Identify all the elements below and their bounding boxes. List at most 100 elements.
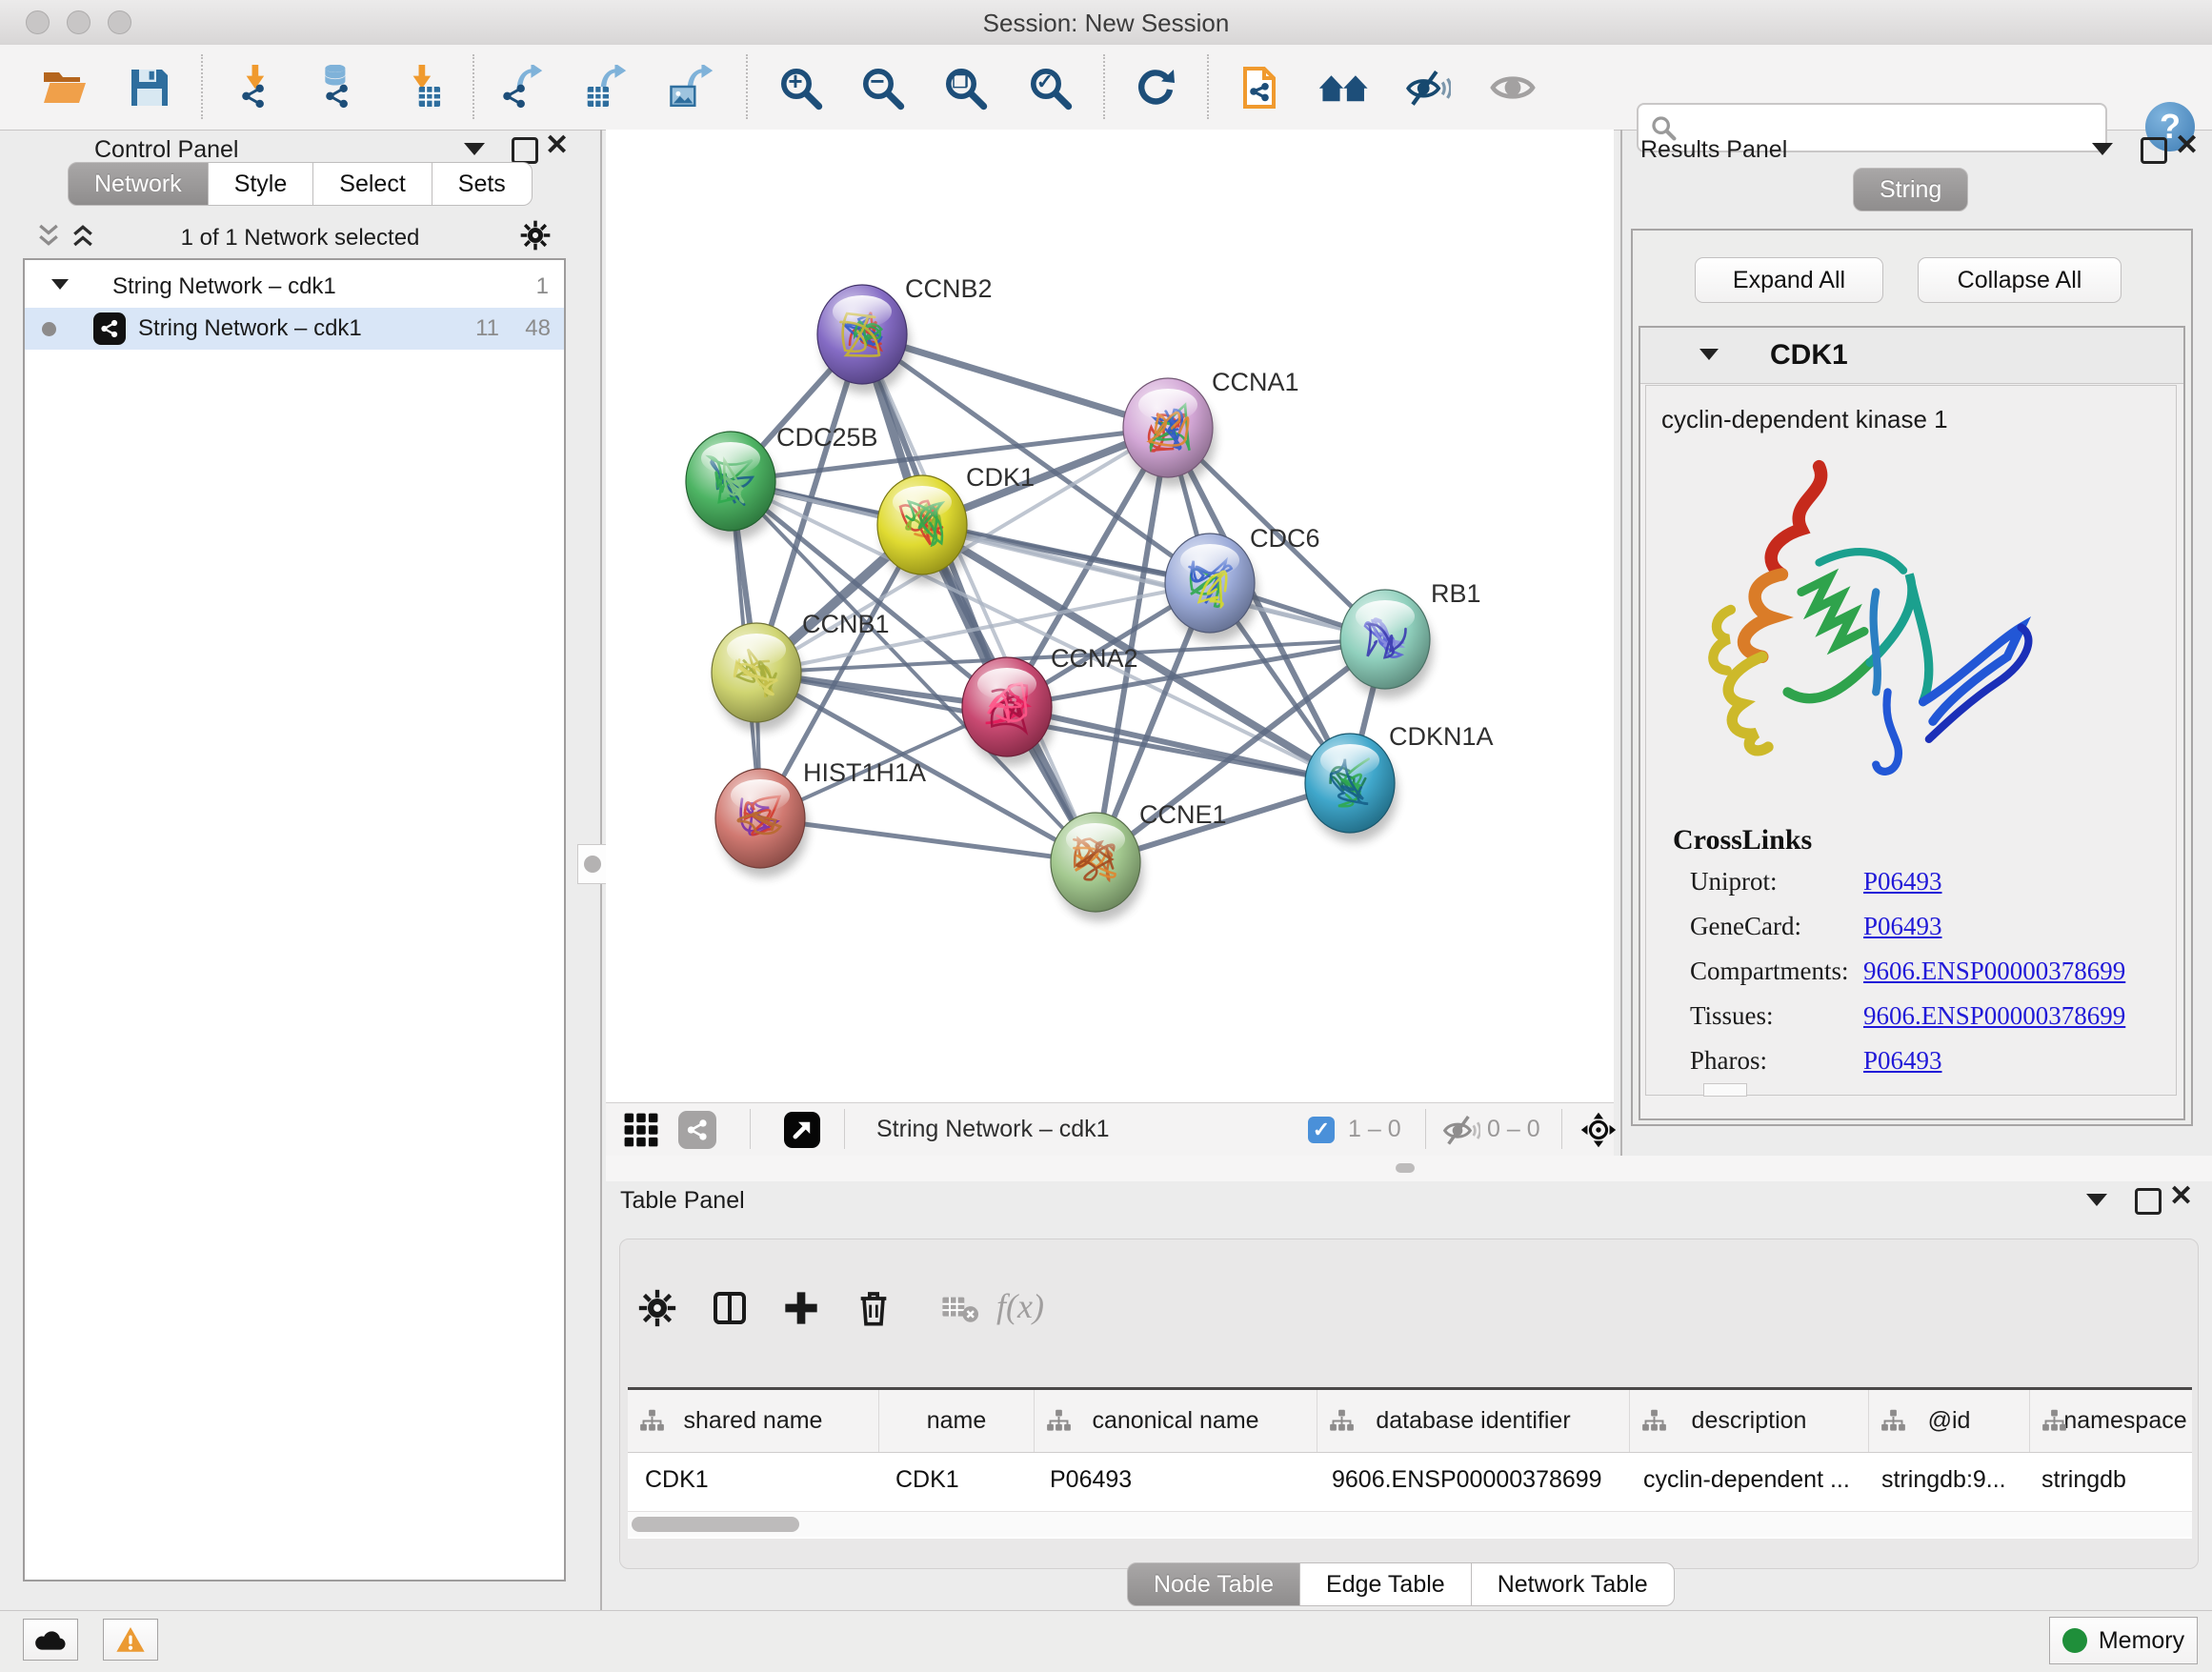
crosslink-row: Uniprot:P06493	[1646, 867, 2176, 907]
annotations-icon[interactable]	[1233, 62, 1286, 113]
scrollbar-thumb[interactable]	[632, 1517, 799, 1532]
crosslink-link[interactable]: P06493	[1863, 1046, 1942, 1076]
control-panel-float-icon[interactable]	[464, 143, 485, 155]
show-all-icon[interactable]	[1486, 62, 1539, 113]
tab-node-table[interactable]: Node Table	[1127, 1562, 1300, 1606]
column-header-namespace[interactable]: namespace	[2030, 1390, 2192, 1452]
hide-selected-icon[interactable]	[1401, 62, 1455, 113]
node-label-ccna2: CCNA2	[1051, 644, 1138, 673]
delete-column-icon[interactable]	[852, 1286, 895, 1330]
collapse-all-button[interactable]: Collapse All	[1918, 257, 2122, 303]
export-network-icon[interactable]	[496, 62, 550, 113]
view-grid-icon[interactable]	[620, 1111, 662, 1149]
control-panel-maximize-icon[interactable]	[512, 137, 538, 164]
network-node-cdc6[interactable]: CDC6	[1165, 524, 1320, 642]
table-cell[interactable]: CDK1	[628, 1453, 878, 1506]
table-cell[interactable]: stringdb:9...	[1864, 1453, 2024, 1506]
table-panel-maximize-icon[interactable]	[2135, 1188, 2162, 1215]
tab-string[interactable]: String	[1853, 168, 1968, 212]
scrollbar-notch[interactable]	[1703, 1083, 1747, 1097]
tab-select[interactable]: Select	[313, 162, 432, 206]
network-node-ccna2[interactable]: CCNA2	[962, 644, 1138, 766]
export-image-icon[interactable]	[665, 62, 718, 113]
table-panel-close-icon[interactable]: ✕	[2169, 1185, 2193, 1208]
table-cell[interactable]: stringdb	[2024, 1453, 2192, 1506]
hidden-eye-icon[interactable]	[1440, 1111, 1482, 1149]
export-table-icon[interactable]	[580, 62, 633, 113]
status-bar: Memory	[0, 1610, 2212, 1672]
node-entry-header[interactable]: CDK1	[1640, 328, 2183, 384]
table-cell[interactable]: P06493	[1033, 1453, 1315, 1506]
column-header-description[interactable]: description	[1630, 1390, 1869, 1452]
gene-description: cyclin-dependent kinase 1	[1661, 405, 1948, 434]
table-row[interactable]: CDK1CDK1P064939606.ENSP00000378699cyclin…	[628, 1453, 2192, 1506]
tab-style[interactable]: Style	[209, 162, 314, 206]
collapse-all-networks-icon[interactable]	[34, 221, 63, 250]
network-options-gear-icon[interactable]	[520, 220, 551, 255]
collapse-entry-icon[interactable]	[1699, 349, 1719, 360]
app-home-icon[interactable]	[1317, 62, 1371, 113]
open-view-in-window-icon[interactable]	[781, 1111, 823, 1149]
tab-sets[interactable]: Sets	[432, 162, 533, 206]
network-node-rb1[interactable]: RB1	[1340, 579, 1481, 698]
selected-checkbox-icon[interactable]: ✓	[1308, 1117, 1335, 1143]
zoom-out-icon[interactable]: −	[855, 62, 909, 113]
zoom-fit-content-icon[interactable]: ❐	[938, 62, 992, 113]
collapse-tree-icon[interactable]	[51, 279, 69, 290]
network-graph[interactable]: CCNB2CCNA1CDC25BCDK1CDC6RB1CCNB1CCNA2CDK…	[606, 130, 1614, 1102]
column-header-name[interactable]: name	[879, 1390, 1035, 1452]
results-panel-float-icon[interactable]	[2092, 143, 2113, 155]
cloud-status-button[interactable]	[23, 1619, 78, 1661]
memory-label: Memory	[2099, 1627, 2184, 1655]
table-horizontal-scrollbar[interactable]	[628, 1511, 2192, 1537]
network-selection-status: 1 of 1 Network selected	[90, 225, 510, 252]
table-cell[interactable]: CDK1	[878, 1453, 1033, 1506]
network-tree-item-row[interactable]: String Network – cdk1 11 48	[25, 308, 564, 350]
control-panel-close-icon[interactable]: ✕	[545, 134, 569, 157]
crosslink-link[interactable]: 9606.ENSP00000378699	[1863, 1001, 2125, 1031]
column-header--id[interactable]: @id	[1869, 1390, 2030, 1452]
network-canvas[interactable]: CCNB2CCNA1CDC25BCDK1CDC6RB1CCNB1CCNA2CDK…	[606, 130, 1614, 1102]
network-tree-root-row[interactable]: String Network – cdk1 1	[25, 266, 564, 308]
network-node-hist1h1a[interactable]: HIST1H1A	[715, 758, 926, 877]
tab-network-table[interactable]: Network Table	[1472, 1562, 1675, 1606]
crosslink-link[interactable]: P06493	[1863, 912, 1942, 941]
zoom-selected-icon[interactable]: ✓	[1023, 62, 1076, 113]
crosslink-link[interactable]: 9606.ENSP00000378699	[1863, 957, 2125, 986]
import-table-from-file-icon[interactable]	[398, 62, 452, 113]
view-string-share-icon[interactable]	[676, 1111, 718, 1149]
save-session-icon[interactable]	[123, 62, 176, 113]
table-cell[interactable]: cyclin-dependent ...	[1626, 1453, 1864, 1506]
refresh-network-view-icon[interactable]	[1129, 62, 1182, 113]
column-header-database-identifier[interactable]: database identifier	[1317, 1390, 1630, 1452]
table-panel-tabs: Node TableEdge TableNetwork Table	[1127, 1562, 1675, 1606]
memory-button[interactable]: Memory	[2049, 1617, 2198, 1664]
network-node-ccnb2[interactable]: CCNB2	[817, 274, 993, 393]
zoom-in-icon[interactable]: +	[774, 62, 827, 113]
warnings-button[interactable]	[103, 1619, 158, 1661]
column-header-shared-name[interactable]: shared name	[628, 1390, 879, 1452]
table-cell[interactable]: 9606.ENSP00000378699	[1315, 1453, 1626, 1506]
network-node-cdkn1a[interactable]: CDKN1A	[1305, 722, 1494, 842]
tab-edge-table[interactable]: Edge Table	[1300, 1562, 1472, 1606]
add-column-icon[interactable]	[779, 1286, 823, 1330]
import-network-from-file-icon[interactable]	[231, 62, 285, 113]
import-network-from-database-icon[interactable]	[312, 62, 365, 113]
table-panel-float-icon[interactable]	[2086, 1194, 2107, 1206]
show-columns-icon[interactable]	[708, 1286, 752, 1330]
expand-all-button[interactable]: Expand All	[1695, 257, 1883, 303]
tab-network[interactable]: Network	[68, 162, 209, 206]
column-header-canonical-name[interactable]: canonical name	[1035, 1390, 1317, 1452]
network-node-cdk1[interactable]: CDK1	[877, 463, 1035, 584]
table-options-gear-icon[interactable]	[635, 1286, 679, 1330]
right-splitter[interactable]	[1620, 130, 1622, 1181]
network-collection-label: String Network – cdk1	[112, 273, 336, 300]
horizontal-splitter-handle[interactable]	[1396, 1163, 1415, 1173]
network-node-ccne1[interactable]: CCNE1	[1051, 800, 1227, 921]
crosslink-link[interactable]: P06493	[1863, 867, 1942, 896]
birds-eye-view-icon[interactable]	[1578, 1111, 1619, 1149]
left-splitter-handle[interactable]	[577, 844, 608, 884]
results-panel-maximize-icon[interactable]	[2141, 137, 2167, 164]
open-session-icon[interactable]	[38, 62, 91, 113]
results-panel-close-icon[interactable]: ✕	[2175, 134, 2199, 157]
